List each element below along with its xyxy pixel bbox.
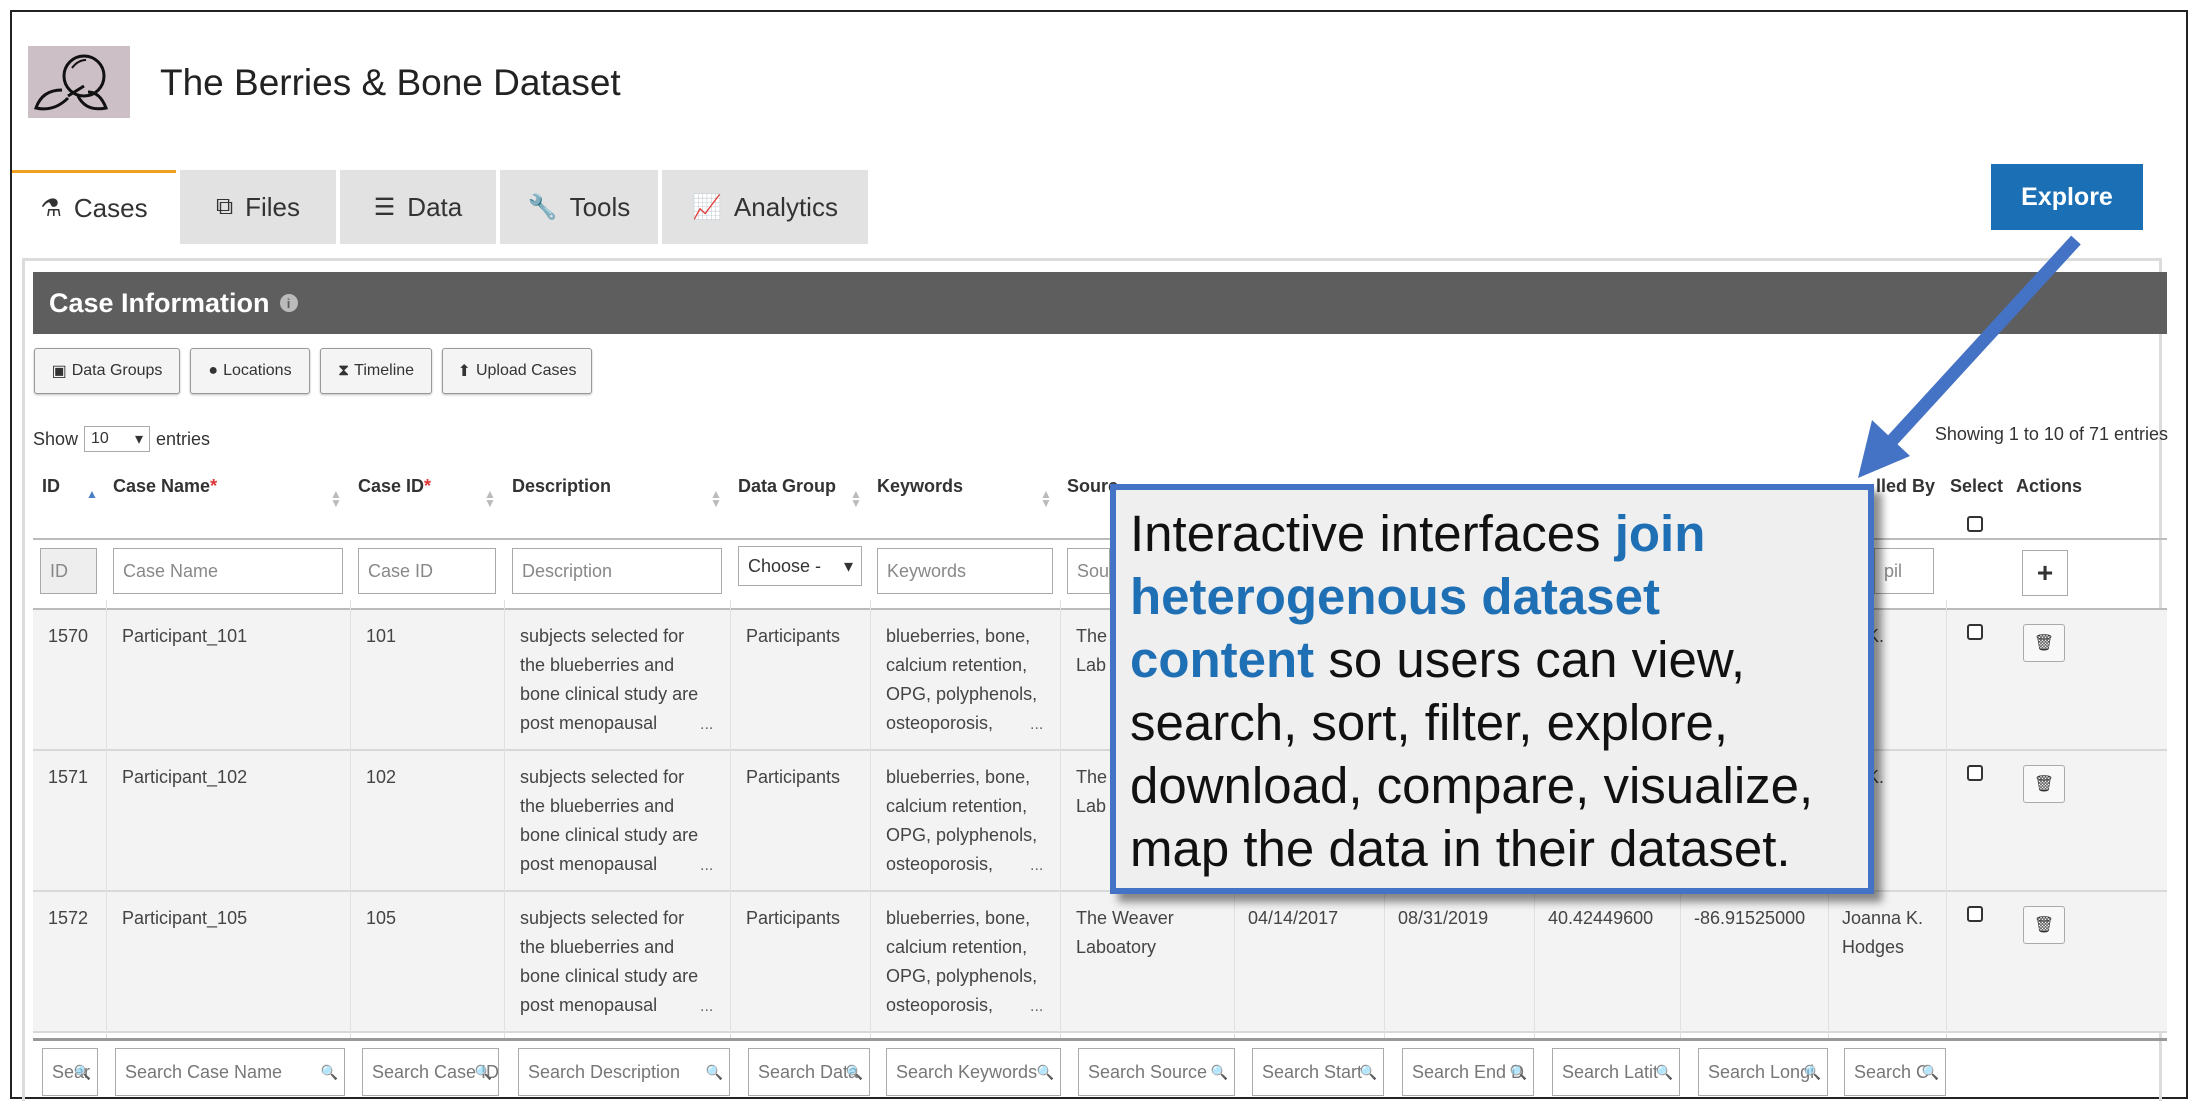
annotation-arrow	[1858, 235, 2081, 478]
